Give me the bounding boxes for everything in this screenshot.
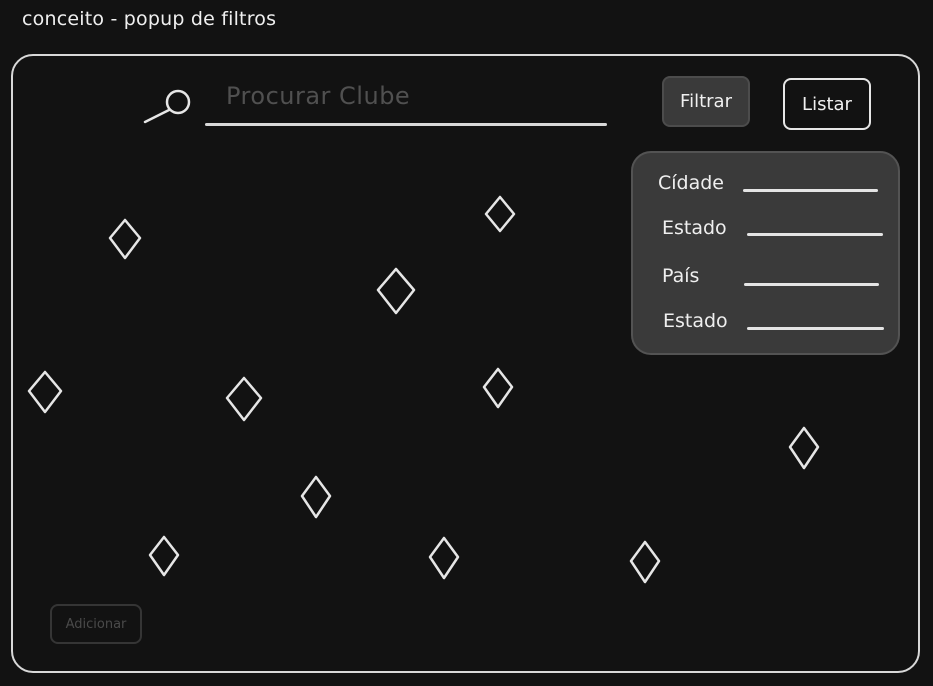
filter-input-cidade[interactable] xyxy=(743,189,878,192)
filter-label-estado: Estado xyxy=(662,217,727,239)
diamond-marker-icon[interactable] xyxy=(26,370,64,414)
map-frame xyxy=(11,54,920,673)
diamond-marker-icon[interactable] xyxy=(483,195,517,233)
search-input-underline xyxy=(205,123,607,126)
diamond-marker-icon[interactable] xyxy=(628,540,662,584)
diamond-marker-icon[interactable] xyxy=(107,218,143,260)
filter-button[interactable]: Filtrar xyxy=(662,76,750,127)
diamond-marker-icon[interactable] xyxy=(299,475,333,519)
filter-label-cidade: Cídade xyxy=(658,172,724,194)
filter-label-pais: País xyxy=(662,265,700,287)
filter-input-pais[interactable] xyxy=(744,283,879,286)
diamond-marker-icon[interactable] xyxy=(147,535,181,577)
filter-input-estado-2[interactable] xyxy=(747,327,884,330)
diamond-marker-icon[interactable] xyxy=(427,536,461,580)
search-icon[interactable] xyxy=(142,86,194,126)
page-title: conceito - popup de filtros xyxy=(22,8,277,30)
filter-input-estado[interactable] xyxy=(747,233,883,236)
diamond-marker-icon[interactable] xyxy=(224,376,264,422)
diamond-marker-icon[interactable] xyxy=(375,267,417,315)
search-input[interactable]: Procurar Clube xyxy=(226,82,410,110)
add-button[interactable]: Adicionar xyxy=(50,604,142,644)
filter-label-estado-2: Estado xyxy=(663,310,728,332)
diamond-marker-icon[interactable] xyxy=(481,367,515,409)
diamond-marker-icon[interactable] xyxy=(787,426,821,470)
list-button[interactable]: Listar xyxy=(783,78,871,130)
